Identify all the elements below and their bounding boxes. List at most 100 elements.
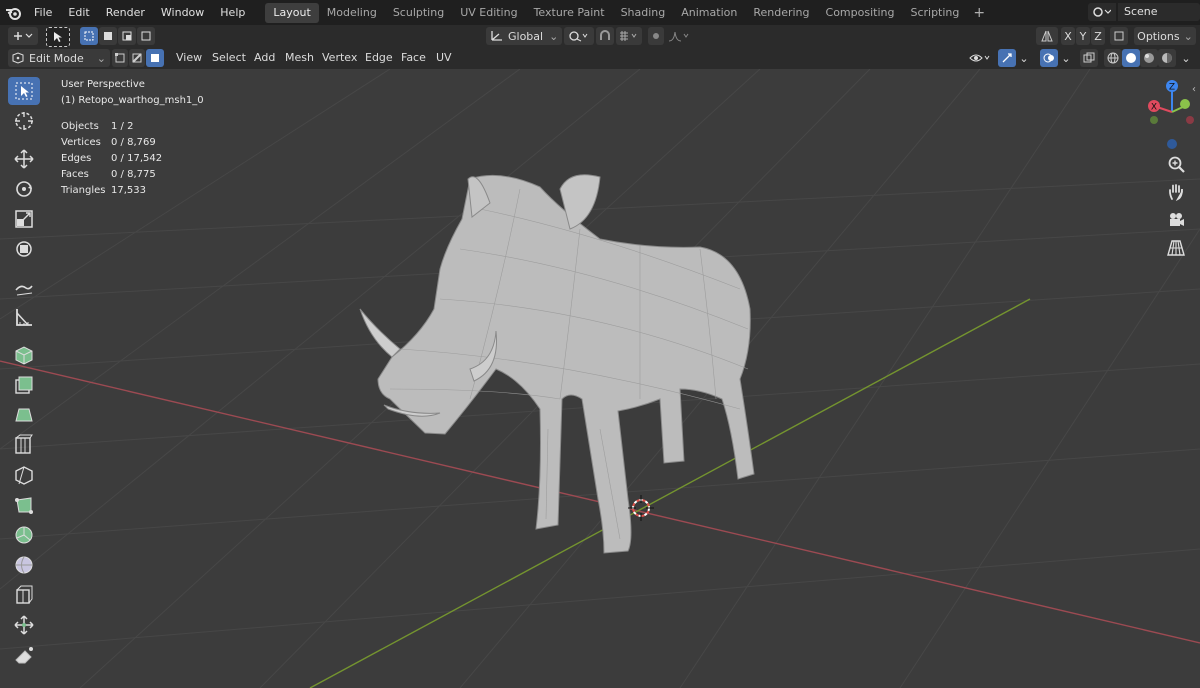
stat-faces: Faces 0 / 8,775 xyxy=(61,167,204,183)
menu-vertex[interactable]: Vertex xyxy=(322,47,357,69)
gizmo-z-label: Z xyxy=(1169,83,1175,93)
rotate-tool[interactable] xyxy=(8,175,40,203)
scene-name-field[interactable]: Scene xyxy=(1118,3,1200,21)
menu-window[interactable]: Window xyxy=(153,0,212,25)
tab-scripting[interactable]: Scripting xyxy=(902,3,967,23)
falloff-dropdown[interactable] xyxy=(666,27,692,45)
annotate-tool[interactable] xyxy=(8,273,40,301)
pivot-point-button[interactable] xyxy=(564,27,594,45)
shrink-fatten-tool[interactable] xyxy=(8,611,40,639)
select-box-tool[interactable] xyxy=(8,77,40,105)
tab-rendering[interactable]: Rendering xyxy=(745,3,817,23)
menu-mesh[interactable]: Mesh xyxy=(285,47,314,69)
inset-tool[interactable] xyxy=(8,401,40,429)
tab-uv-editing[interactable]: UV Editing xyxy=(452,3,525,23)
viewport-info-overlay: User Perspective (1) Retopo_warthog_msh1… xyxy=(61,77,204,199)
gizmo-toggle[interactable] xyxy=(998,49,1016,67)
mirror-icon[interactable] xyxy=(1036,27,1058,45)
extrude-icon xyxy=(15,376,33,394)
menu-file[interactable]: File xyxy=(26,0,60,25)
stat-vertices: Vertices 0 / 8,769 xyxy=(61,135,204,151)
knife-tool[interactable] xyxy=(8,491,40,519)
mode-dropdown[interactable]: Edit Mode ⌄ xyxy=(8,49,110,67)
zoom-icon[interactable] xyxy=(1164,152,1188,176)
shading-dropdown[interactable]: ⌄ xyxy=(1178,49,1194,67)
scene-icon[interactable] xyxy=(1088,3,1116,21)
hand-icon[interactable] xyxy=(1164,180,1188,204)
mirror-x-toggle[interactable]: X xyxy=(1061,27,1075,45)
stat-value: 0 / 8,769 xyxy=(111,137,156,148)
shading-rendered-button[interactable] xyxy=(1158,49,1176,67)
snap-toggle[interactable] xyxy=(596,27,614,45)
menu-edge[interactable]: Edge xyxy=(365,47,393,69)
chevron-down-icon: ⌄ xyxy=(1181,51,1191,65)
mirror-y-toggle[interactable]: Y xyxy=(1076,27,1090,45)
menu-render[interactable]: Render xyxy=(98,0,153,25)
select-tool-icon[interactable] xyxy=(46,27,70,47)
edge-slide-tool[interactable] xyxy=(8,581,40,609)
add-cube-tool[interactable] xyxy=(8,341,40,369)
shading-wireframe-button[interactable] xyxy=(1104,49,1122,67)
shading-solid-button[interactable] xyxy=(1122,49,1140,67)
select-mode-new-icon[interactable] xyxy=(80,27,98,45)
move-tool[interactable] xyxy=(8,145,40,173)
edge-slide-icon xyxy=(16,585,33,604)
shading-material-button[interactable] xyxy=(1140,49,1158,67)
chevron-down-icon: ⌄ xyxy=(1061,51,1071,65)
smooth-tool[interactable] xyxy=(8,551,40,579)
menu-help[interactable]: Help xyxy=(212,0,253,25)
tab-shading[interactable]: Shading xyxy=(613,3,674,23)
transform-orientation-dropdown[interactable]: Global ⌄ xyxy=(486,27,562,45)
editor-type-button[interactable] xyxy=(8,27,38,45)
xray-toggle[interactable] xyxy=(1080,49,1098,67)
edit-mode-icon xyxy=(12,52,24,64)
stat-label: Faces xyxy=(61,169,89,180)
tab-animation[interactable]: Animation xyxy=(673,3,745,23)
overlays-dropdown[interactable]: ⌄ xyxy=(1059,49,1073,67)
tab-compositing[interactable]: Compositing xyxy=(818,3,903,23)
grid-perspective-icon[interactable] xyxy=(1164,236,1188,260)
tab-sculpting[interactable]: Sculpting xyxy=(385,3,452,23)
menu-add[interactable]: Add xyxy=(254,47,275,69)
spin-icon xyxy=(15,526,33,544)
blender-logo-icon[interactable] xyxy=(0,0,26,25)
visibility-dropdown[interactable] xyxy=(966,49,994,67)
tab-modeling[interactable]: Modeling xyxy=(319,3,385,23)
menu-select[interactable]: Select xyxy=(212,47,246,69)
measure-tool[interactable] xyxy=(8,303,40,331)
cursor-tool[interactable] xyxy=(8,107,40,135)
extrude-tool[interactable] xyxy=(8,371,40,399)
auto-merge-icon[interactable] xyxy=(1110,27,1128,45)
mirror-z-toggle[interactable]: Z xyxy=(1091,27,1105,45)
loop-cut-tool[interactable] xyxy=(8,461,40,489)
navigation-gizmo[interactable]: Z X xyxy=(1130,74,1200,154)
select-mode-extend-icon[interactable] xyxy=(99,27,117,45)
menu-face[interactable]: Face xyxy=(401,47,426,69)
spin-tool[interactable] xyxy=(8,521,40,549)
select-mode-subtract-icon[interactable] xyxy=(118,27,136,45)
tab-texture-paint[interactable]: Texture Paint xyxy=(526,3,613,23)
menu-edit[interactable]: Edit xyxy=(60,0,97,25)
menu-view[interactable]: View xyxy=(176,47,202,69)
camera-icon[interactable] xyxy=(1164,208,1188,232)
gizmo-y-ball xyxy=(1180,99,1190,109)
select-mode-invert-icon[interactable] xyxy=(137,27,155,45)
bevel-tool[interactable] xyxy=(8,431,40,459)
transform-tool[interactable] xyxy=(8,235,40,263)
proportional-edit-toggle[interactable] xyxy=(648,27,664,45)
tab-layout[interactable]: Layout xyxy=(265,2,319,23)
face-select-mode-icon[interactable] xyxy=(146,49,164,67)
overlays-toggle[interactable] xyxy=(1040,49,1058,67)
menu-uv[interactable]: UV xyxy=(436,47,452,69)
poly-build-icon xyxy=(15,497,33,514)
rip-tool[interactable] xyxy=(8,641,40,669)
vertex-select-mode-icon[interactable] xyxy=(112,49,128,67)
snap-target-dropdown[interactable] xyxy=(616,27,642,45)
cursor-target-icon xyxy=(15,112,33,130)
gizmo-dropdown[interactable]: ⌄ xyxy=(1017,49,1031,67)
scale-tool[interactable] xyxy=(8,205,40,233)
options-dropdown[interactable]: Options ⌄ xyxy=(1134,27,1196,45)
edge-select-mode-icon[interactable] xyxy=(129,49,145,67)
stat-triangles: Triangles 17,533 xyxy=(61,183,204,199)
add-workspace-button[interactable]: + xyxy=(967,5,991,21)
